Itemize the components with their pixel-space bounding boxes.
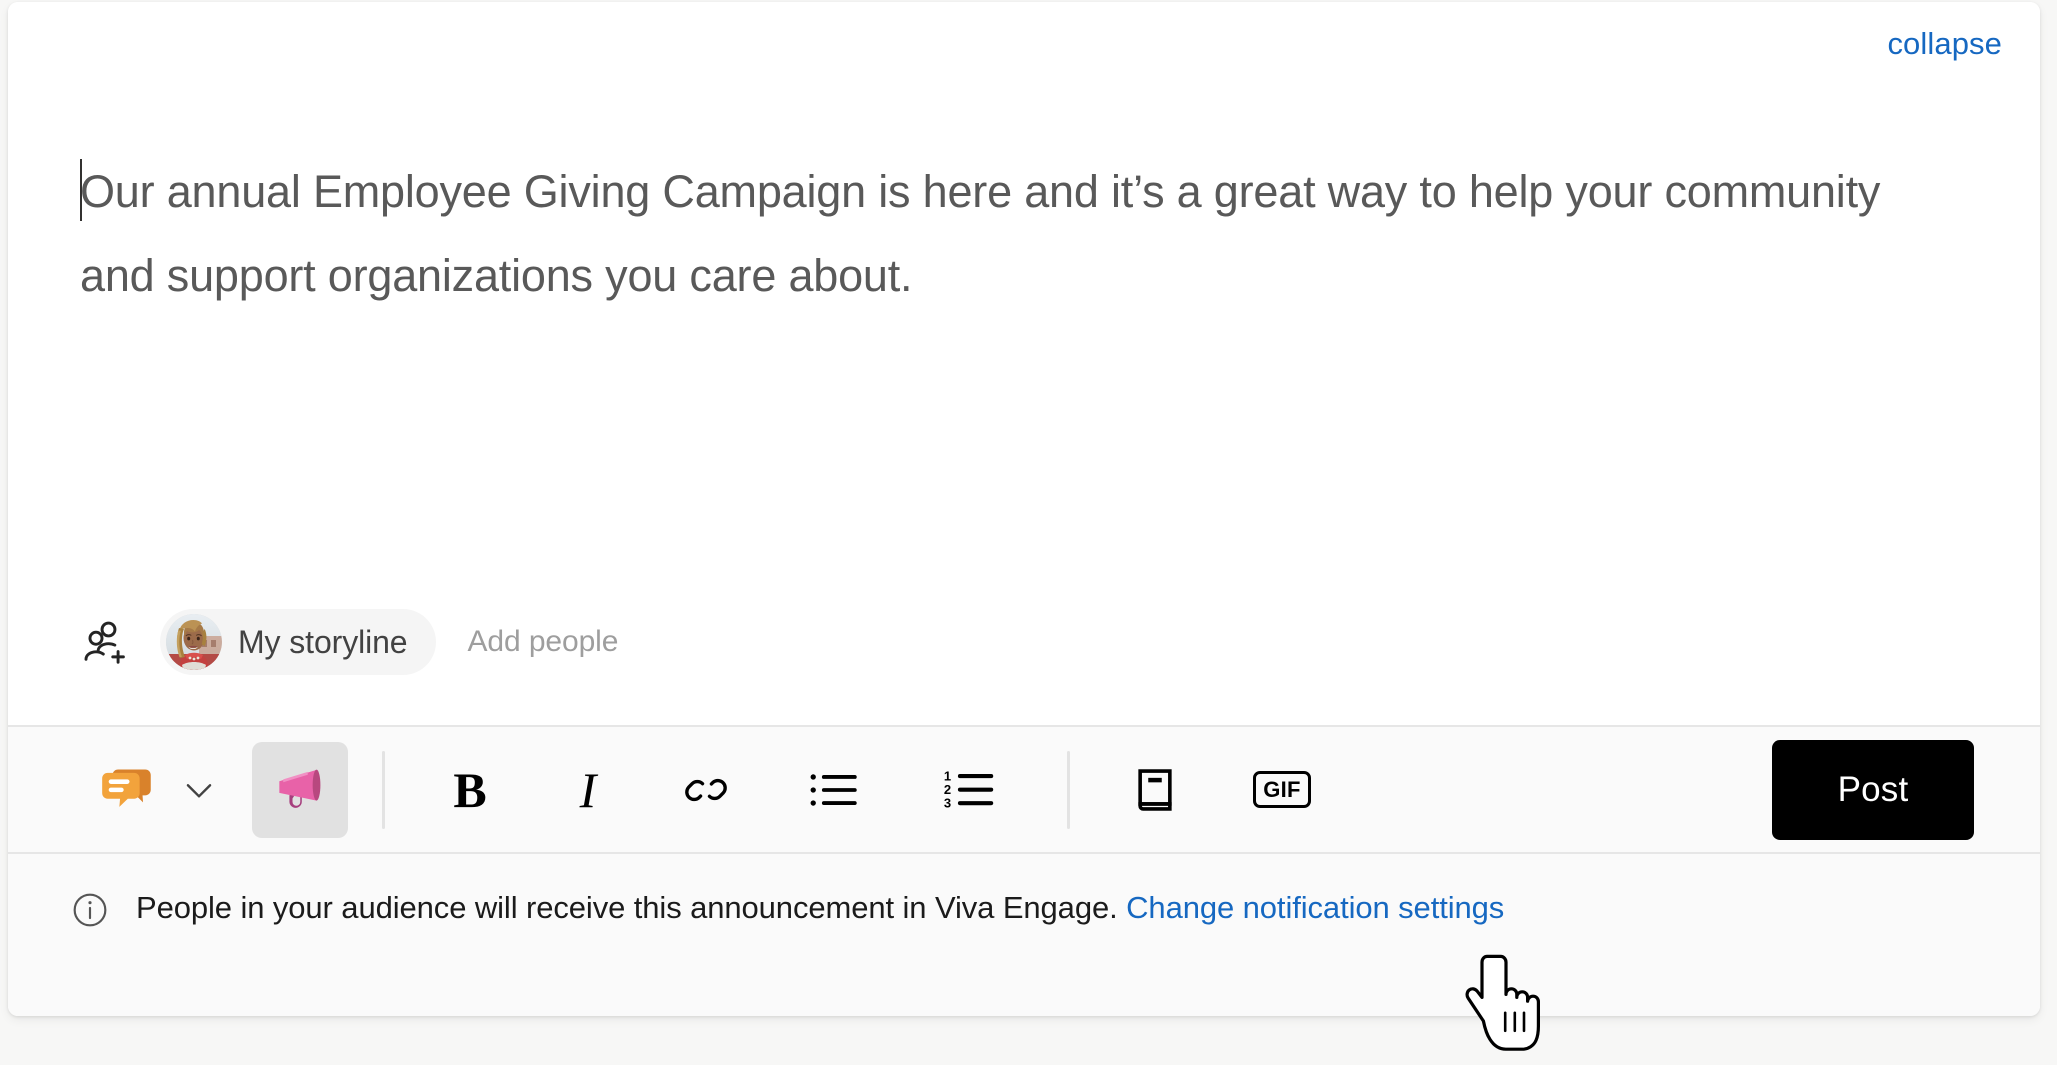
- announcement-composer-card: collapse Our annual Employee Giving Camp…: [8, 2, 2040, 1016]
- info-icon: [70, 890, 110, 930]
- add-people-input[interactable]: Add people: [468, 625, 619, 659]
- bulleted-list-icon[interactable]: [791, 753, 877, 827]
- toolbar-separator-1: [382, 750, 385, 829]
- post-body-editor[interactable]: Our annual Employee Giving Campaign is h…: [80, 150, 1944, 318]
- link-icon[interactable]: [669, 753, 743, 827]
- chevron-down-icon[interactable]: [172, 753, 226, 827]
- post-body-text: Our annual Employee Giving Campaign is h…: [80, 166, 1881, 301]
- gif-button[interactable]: GIF: [1240, 753, 1324, 827]
- notification-message: People in your audience will receive thi…: [136, 890, 1118, 925]
- audience-pill-my-storyline[interactable]: My storyline: [160, 609, 436, 675]
- change-notification-settings-link[interactable]: Change notification settings: [1126, 890, 1504, 925]
- notification-bar: People in your audience will receive thi…: [8, 852, 2040, 1016]
- italic-label: I: [579, 761, 597, 818]
- megaphone-icon[interactable]: [252, 741, 348, 838]
- bold-label: B: [453, 761, 487, 818]
- post-button[interactable]: Post: [1772, 739, 1974, 840]
- numbered-list-icon[interactable]: 1 2 3: [925, 753, 1015, 827]
- formatting-toolbar: B I 1 2 3 GIF Post: [8, 725, 2040, 852]
- audience-name: My storyline: [238, 623, 408, 660]
- svg-text:3: 3: [944, 795, 951, 810]
- collapse-link[interactable]: collapse: [1887, 28, 2002, 59]
- add-people-icon[interactable]: [80, 616, 132, 668]
- audience-row: My storyline Add people: [80, 609, 618, 675]
- gif-label: GIF: [1253, 771, 1311, 808]
- notification-text-container: People in your audience will receive thi…: [136, 888, 1504, 928]
- italic-button[interactable]: I: [551, 753, 625, 827]
- book-icon[interactable]: [1118, 753, 1192, 827]
- editor-region: collapse Our annual Employee Giving Camp…: [8, 2, 2040, 725]
- avatar: [166, 614, 222, 670]
- discussion-icon[interactable]: [92, 753, 166, 827]
- bold-button[interactable]: B: [433, 753, 507, 827]
- toolbar-separator-2: [1067, 750, 1070, 829]
